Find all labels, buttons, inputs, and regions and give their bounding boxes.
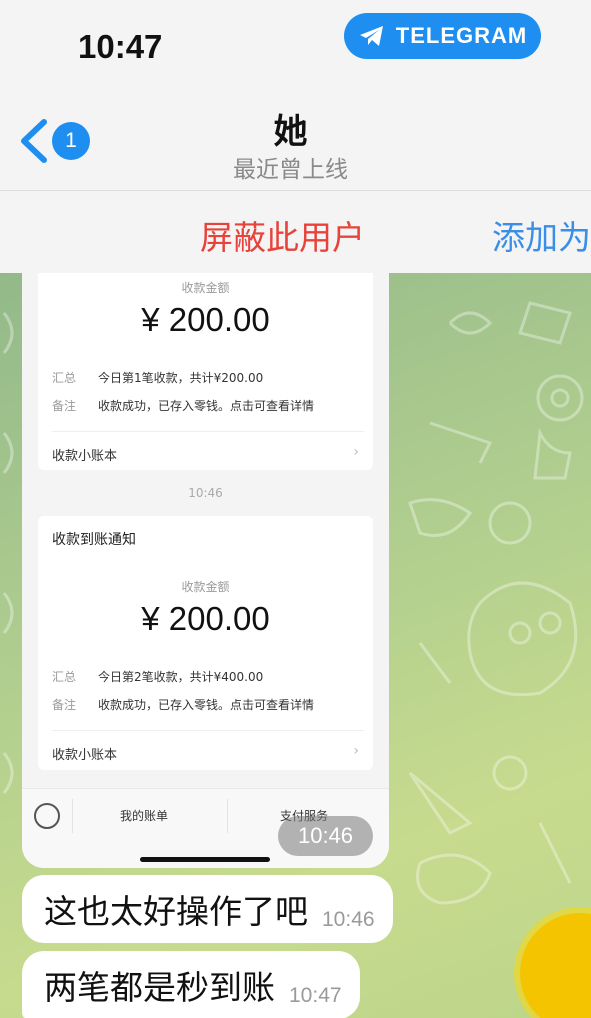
my-bills-tab: 我的账单 <box>120 809 169 823</box>
divider <box>52 431 364 432</box>
note-row: 备注 收款成功，已存入零钱。点击可查看详情 <box>52 397 314 414</box>
status-bar: 10:47 TELEGRAM <box>0 0 591 90</box>
summary-label: 汇总 <box>52 670 77 684</box>
background-doodle-icon <box>429 301 584 480</box>
ledger-link: 收款小账本 <box>52 748 118 763</box>
message-text: 两笔都是秒到账 <box>44 968 275 1007</box>
summary-value: 今日第1笔收款，共计¥200.00 <box>98 371 264 385</box>
background-doodle-icon <box>2 312 14 794</box>
chevron-right-icon: › <box>353 743 359 759</box>
divider <box>52 730 364 731</box>
note-label: 备注 <box>52 698 77 712</box>
notification-title: 收款到账通知 <box>52 532 136 548</box>
note-label: 备注 <box>52 399 77 413</box>
amount-value: ¥ 200.00 <box>141 301 270 338</box>
amount-label: 收款金额 <box>181 580 230 594</box>
ledger-link: 收款小账本 <box>52 449 118 464</box>
chat-area[interactable]: 收款金额 ¥ 200.00 汇总 今日第1笔收款，共计¥200.00 备注 收款… <box>0 273 591 1018</box>
background-doodle-icon <box>408 755 572 905</box>
chat-header: 1 她 最近曾上线 <box>0 90 591 191</box>
separator <box>227 799 228 833</box>
telegram-badge-label: TELEGRAM <box>395 23 528 48</box>
message-text: 这也太好操作了吧 <box>44 892 308 931</box>
chat-last-seen: 最近曾上线 <box>233 157 348 183</box>
telegram-plane-icon <box>359 26 383 46</box>
note-row: 备注 收款成功，已存入零钱。点击可查看详情 <box>52 696 314 713</box>
message-bubble[interactable]: 这也太好操作了吧 10:46 <box>22 875 393 943</box>
block-user-button[interactable]: 屏蔽此用户 <box>200 211 365 259</box>
keyboard-icon <box>34 803 60 829</box>
contact-action-bar: 屏蔽此用户 添加为 <box>0 191 591 273</box>
home-indicator <box>140 857 270 862</box>
status-time: 10:47 <box>78 28 163 65</box>
add-contact-button[interactable]: 添加为 <box>492 211 591 259</box>
telegram-badge[interactable]: TELEGRAM <box>344 13 541 59</box>
message-time: 10:46 <box>322 908 375 931</box>
summary-row: 汇总 今日第2笔收款，共计¥400.00 <box>52 668 263 685</box>
background-doodle-icon <box>408 498 578 697</box>
image-timestamp: 10:46 <box>278 816 373 856</box>
summary-row: 汇总 今日第1笔收款，共计¥200.00 <box>52 369 263 386</box>
payment-card: 收款金额 ¥ 200.00 汇总 今日第1笔收款，共计¥200.00 备注 收款… <box>38 273 373 470</box>
note-value: 收款成功，已存入零钱。点击可查看详情 <box>98 698 315 712</box>
payment-card: 收款到账通知 收款金额 ¥ 200.00 汇总 今日第2笔收款，共计¥400.0… <box>38 516 373 770</box>
amount-value: ¥ 200.00 <box>141 600 270 637</box>
separator <box>72 799 73 833</box>
receipt-screenshot-image[interactable]: 收款金额 ¥ 200.00 汇总 今日第1笔收款，共计¥200.00 备注 收款… <box>22 273 389 868</box>
chevron-right-icon: › <box>353 444 359 460</box>
summary-label: 汇总 <box>52 371 77 385</box>
summary-value: 今日第2笔收款，共计¥400.00 <box>98 670 264 684</box>
message-time: 10:47 <box>289 984 342 1007</box>
amount-label: 收款金额 <box>181 281 230 295</box>
sticker-image[interactable] <box>520 913 591 1018</box>
message-bubble[interactable]: 两笔都是秒到账 10:47 <box>22 951 360 1018</box>
chat-title[interactable]: 她 <box>0 104 591 153</box>
note-value: 收款成功，已存入零钱。点击可查看详情 <box>98 399 315 413</box>
receipt-timestamp: 10:46 <box>188 486 223 500</box>
